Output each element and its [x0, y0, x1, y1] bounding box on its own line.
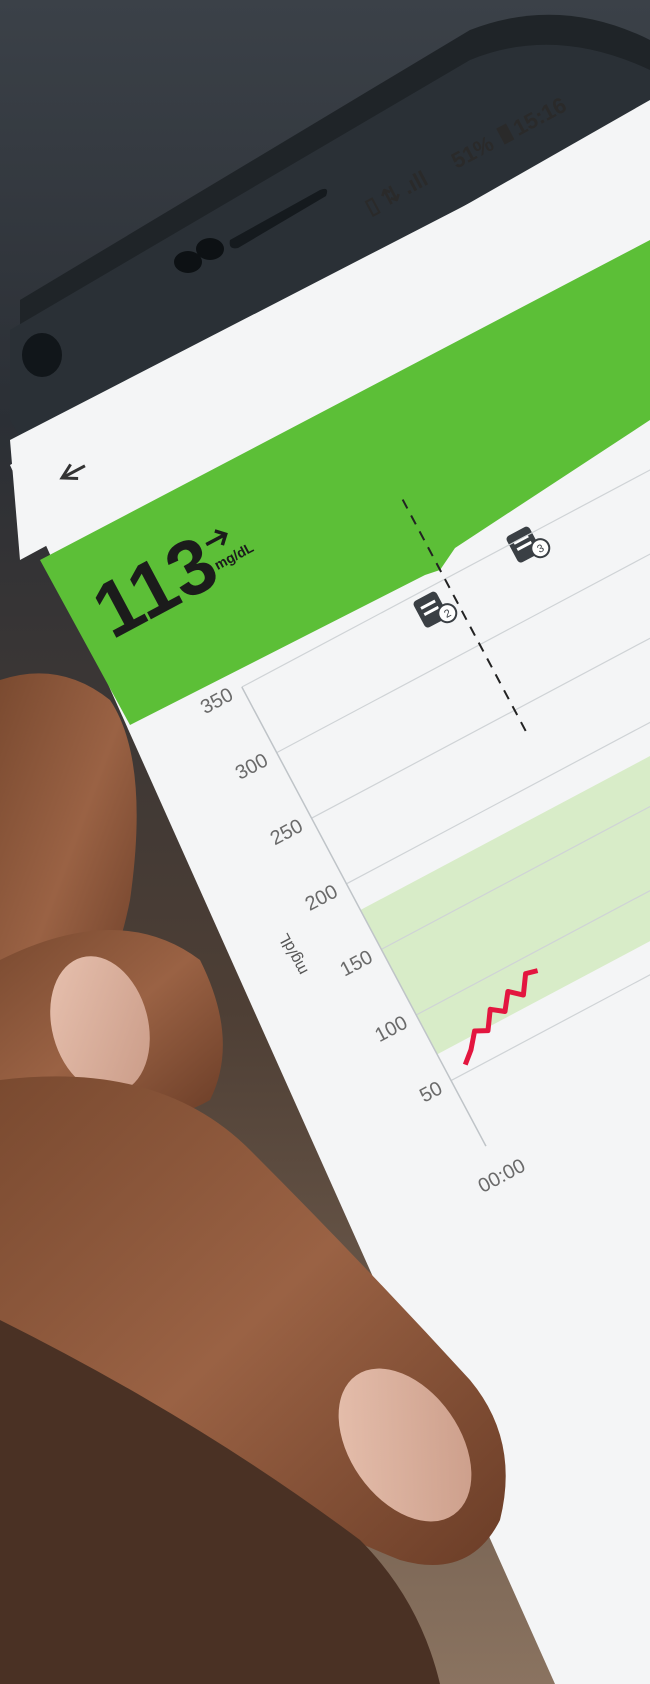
sensor-dot: [196, 238, 224, 260]
front-camera: [22, 333, 62, 377]
photo-scene: ▯ ⇅ .ıll 51% 15:16 113 mg/dL 2 3 3503002…: [0, 0, 650, 1684]
